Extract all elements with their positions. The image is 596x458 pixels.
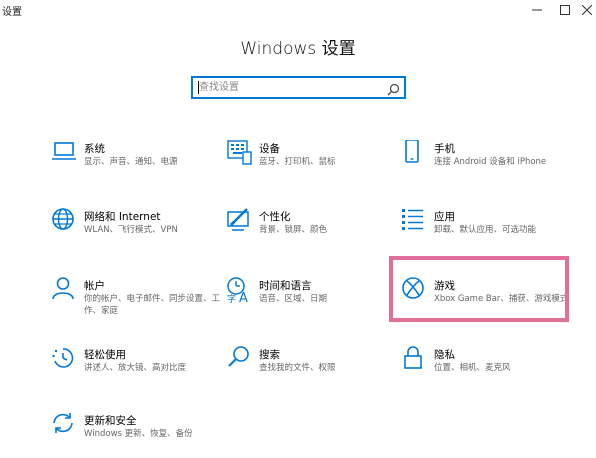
maximize-icon xyxy=(560,5,570,15)
lock-icon xyxy=(402,346,428,372)
tile-personalization[interactable]: 个性化 背景、锁屏、颜色 xyxy=(227,208,397,254)
text-cursor xyxy=(198,81,199,94)
tile-accounts[interactable]: 帐户 你的帐户、电子邮件、同步设置、工作、家庭 xyxy=(52,277,222,323)
tile-label: 轻松使用 xyxy=(84,349,126,361)
paint-monitor-icon xyxy=(227,208,253,234)
tile-label: 更新和安全 xyxy=(84,415,137,427)
tile-privacy[interactable]: 隐私 位置、相机、麦克风 xyxy=(402,346,572,392)
close-button[interactable] xyxy=(572,2,596,18)
globe-icon xyxy=(52,208,78,234)
tile-description: WLAN、飞行模式、VPN xyxy=(84,225,178,235)
tile-description: 显示、声音、通知、电源 xyxy=(84,157,178,167)
tile-label: 帐户 xyxy=(84,280,105,292)
tile-description: 你的帐户、电子邮件、同步设置、工作、家庭 xyxy=(84,294,221,316)
phone-icon xyxy=(402,140,428,166)
tile-description: 卸载、默认应用、可选功能 xyxy=(434,225,537,235)
tile-search[interactable]: 搜索 查找我的文件、权限 xyxy=(227,346,397,392)
tile-description: 讲述人、放大镜、高对比度 xyxy=(84,363,187,373)
tile-description: 背景、锁屏、颜色 xyxy=(259,225,328,235)
tile-phone[interactable]: 手机 连接 Android 设备和 iPhone xyxy=(402,140,572,186)
tile-system[interactable]: 系统 显示、声音、通知、电源 xyxy=(52,140,222,186)
keyboard-device-icon xyxy=(227,140,253,166)
tile-description: 语音、区域、日期 xyxy=(259,294,328,304)
search-icon[interactable] xyxy=(387,81,400,100)
tile-label: 搜索 xyxy=(259,349,280,361)
minimize-icon xyxy=(532,9,542,11)
search-icon xyxy=(227,346,253,372)
tile-ease-of-access[interactable]: 轻松使用 讲述人、放大镜、高对比度 xyxy=(52,346,222,392)
title-bar: 设置 xyxy=(0,0,596,22)
sync-icon xyxy=(52,412,78,438)
close-icon xyxy=(582,5,592,15)
tile-label: 时间和语言 xyxy=(259,280,312,292)
tile-label: 系统 xyxy=(84,143,105,155)
tile-label: 个性化 xyxy=(259,211,291,223)
tile-description: 位置、相机、麦克风 xyxy=(434,363,511,373)
page-title: Windows 设置 xyxy=(240,39,356,59)
svg-text:A: A xyxy=(239,291,248,303)
svg-text:字: 字 xyxy=(227,293,236,303)
tile-label: 设备 xyxy=(259,143,280,155)
window-title: 设置 xyxy=(2,7,22,18)
tile-label: 应用 xyxy=(434,211,455,223)
apps-list-icon xyxy=(402,208,428,234)
minimize-button[interactable] xyxy=(522,2,552,18)
tile-description: 查找我的文件、权限 xyxy=(259,363,336,373)
laptop-icon xyxy=(52,140,78,166)
ease-of-access-icon xyxy=(52,346,78,372)
tile-time-language[interactable]: A字 时间和语言 语音、区域、日期 xyxy=(227,277,397,323)
tile-label: 手机 xyxy=(434,143,455,155)
tile-description: Windows 更新、恢复、备份 xyxy=(84,429,193,439)
tile-description: 连接 Android 设备和 iPhone xyxy=(434,157,547,167)
tile-devices[interactable]: 设备 蓝牙、打印机、鼠标 xyxy=(227,140,397,186)
tile-label: 隐私 xyxy=(434,349,455,361)
time-language-icon: A字 xyxy=(227,277,253,303)
tile-network[interactable]: 网络和 Internet WLAN、飞行模式、VPN xyxy=(52,208,222,254)
highlight-box xyxy=(389,256,569,322)
search-box[interactable] xyxy=(191,76,406,99)
search-input[interactable] xyxy=(199,80,379,95)
person-icon xyxy=(52,277,78,303)
tile-apps[interactable]: 应用 卸载、默认应用、可选功能 xyxy=(402,208,572,254)
tile-description: 蓝牙、打印机、鼠标 xyxy=(259,157,336,167)
tile-label: 网络和 Internet xyxy=(84,211,161,223)
tile-update-security[interactable]: 更新和安全 Windows 更新、恢复、备份 xyxy=(52,412,222,458)
